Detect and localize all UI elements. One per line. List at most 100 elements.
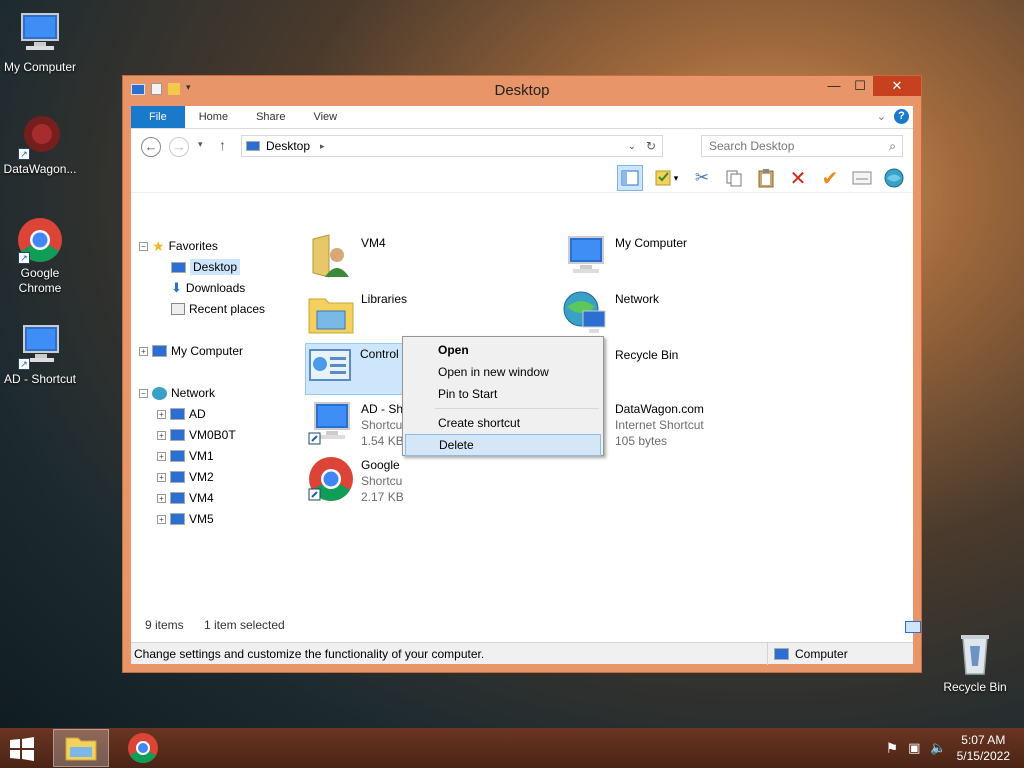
expand-icon[interactable]: +: [157, 409, 166, 419]
list-item-network[interactable]: Network: [561, 289, 811, 341]
rename-check-icon[interactable]: ✔: [817, 165, 843, 191]
copy-icon[interactable]: [721, 165, 747, 191]
tree-label: VM1: [189, 449, 214, 463]
tree-network-vm0b0t[interactable]: + VM0B0T: [157, 426, 236, 444]
address-dropdown-icon[interactable]: ⌄: [628, 141, 636, 152]
forward-button[interactable]: →: [169, 137, 189, 157]
tree-network-vm4[interactable]: + VM4: [157, 489, 214, 507]
list-item-libraries[interactable]: Libraries: [307, 289, 557, 341]
properties-icon[interactable]: [849, 165, 875, 191]
menu-item-open[interactable]: Open: [405, 339, 601, 361]
tree-label: VM2: [189, 470, 214, 484]
tree-label: AD: [189, 407, 206, 421]
item-type: Internet Shortcut: [615, 418, 704, 432]
refresh-icon[interactable]: ↻: [646, 139, 656, 153]
tree-network[interactable]: − Network: [139, 384, 215, 402]
expand-icon[interactable]: +: [157, 493, 166, 503]
list-item-my-computer[interactable]: My Computer: [561, 233, 811, 285]
title-bar[interactable]: ▾ Desktop — ☐ ✕: [123, 76, 921, 104]
info-bar: Change settings and customize the functi…: [131, 642, 913, 665]
tree-network-vm1[interactable]: + VM1: [157, 447, 214, 465]
tree-label: Recent places: [189, 302, 266, 316]
computer-icon: [307, 399, 355, 447]
tree-label: Desktop: [190, 259, 241, 275]
tree-my-computer[interactable]: + My Computer: [139, 342, 243, 360]
ribbon-tabs: File Home Share View ⌄ ?: [131, 106, 913, 129]
expand-icon[interactable]: +: [139, 346, 148, 356]
chrome-icon: ↗: [16, 216, 64, 264]
collapse-icon[interactable]: −: [139, 241, 148, 251]
taskbar-file-explorer[interactable]: [53, 729, 109, 767]
status-line: 9 items 1 item selected: [131, 614, 921, 636]
tree-network-vm2[interactable]: + VM2: [157, 468, 214, 486]
maximize-button[interactable]: ☐: [847, 76, 873, 96]
tab-file[interactable]: File: [131, 106, 185, 128]
computer-icon: [170, 408, 185, 420]
network-status-icon[interactable]: ▣: [908, 740, 920, 756]
tree-favorites[interactable]: − ★ Favorites: [139, 237, 218, 255]
taskbar-chrome[interactable]: [115, 729, 171, 767]
up-arrow-icon[interactable]: ↑: [219, 137, 226, 153]
item-name: Libraries: [361, 292, 408, 306]
desktop-icon-my-computer[interactable]: My Computer: [0, 10, 80, 75]
expand-icon[interactable]: +: [157, 451, 166, 461]
tree-recent-places[interactable]: Recent places: [171, 300, 265, 318]
close-button[interactable]: ✕: [873, 76, 921, 96]
search-input[interactable]: Search Desktop ⌕: [701, 135, 903, 157]
preview-pane-button[interactable]: [617, 165, 643, 191]
tree-network-ad[interactable]: + AD: [157, 405, 206, 423]
globe-icon[interactable]: [881, 165, 907, 191]
desktop-icon-recycle-bin[interactable]: Recycle Bin: [935, 630, 1015, 695]
item-type: Shortcu: [361, 418, 403, 432]
cut-icon[interactable]: ✂: [689, 165, 715, 191]
address-row: ← → ▾ ↑ Desktop ▸ ⌄ ↻ Search Desktop ⌕: [131, 129, 913, 163]
clock[interactable]: 5:07 AM 5/15/2022: [957, 732, 1010, 764]
computer-icon: [170, 492, 185, 504]
selection-count: 1 item selected: [204, 618, 285, 632]
menu-item-create-shortcut[interactable]: Create shortcut: [405, 412, 601, 434]
tree-downloads[interactable]: ⬇ Downloads: [171, 279, 245, 297]
tab-home[interactable]: Home: [185, 106, 242, 128]
delete-icon[interactable]: ✕: [785, 165, 811, 191]
desktop-icon-ad-shortcut[interactable]: ↗ AD - Shortcut: [0, 322, 80, 387]
desktop-icon-google-chrome[interactable]: ↗ Google Chrome: [0, 216, 80, 296]
help-icon[interactable]: ?: [894, 109, 909, 124]
search-placeholder: Search Desktop: [709, 139, 795, 153]
back-button[interactable]: ←: [141, 137, 161, 157]
menu-item-delete[interactable]: Delete: [405, 434, 601, 456]
expand-icon[interactable]: +: [157, 430, 166, 440]
menu-item-pin-to-start[interactable]: Pin to Start: [405, 383, 601, 405]
minimize-button[interactable]: —: [821, 76, 847, 96]
tree-label: VM4: [189, 491, 214, 505]
breadcrumb-arrow-icon[interactable]: ▸: [320, 141, 325, 152]
start-button[interactable]: [8, 736, 38, 762]
computer-icon: [170, 513, 185, 525]
menu-item-open-new-window[interactable]: Open in new window: [405, 361, 601, 383]
volume-icon[interactable]: 🔈: [930, 740, 946, 756]
item-count: 9 items: [145, 618, 184, 632]
address-bar[interactable]: Desktop ▸ ⌄ ↻: [241, 135, 663, 157]
flag-icon[interactable]: ⚑: [886, 740, 899, 757]
expand-ribbon-icon[interactable]: ⌄: [877, 110, 886, 123]
large-icons-view-icon[interactable]: [905, 621, 921, 633]
desktop-icon: [246, 141, 260, 151]
desktop-icon-datawagon[interactable]: ↗ DataWagon...: [0, 112, 80, 177]
recent-locations-icon[interactable]: ▾: [198, 139, 203, 150]
tree-label: VM0B0T: [189, 428, 236, 442]
tab-share[interactable]: Share: [242, 106, 299, 128]
network-icon: [152, 386, 167, 400]
network-icon: [561, 289, 609, 337]
list-item-google-chrome[interactable]: Google Shortcu 2.17 KB: [307, 455, 557, 507]
select-icon[interactable]: ▾: [649, 165, 683, 191]
tree-network-vm5[interactable]: + VM5: [157, 510, 214, 528]
file-explorer-icon: [65, 737, 97, 761]
expand-icon[interactable]: +: [157, 514, 166, 524]
list-item-vm4[interactable]: VM4: [307, 233, 557, 285]
paste-icon[interactable]: [753, 165, 779, 191]
collapse-icon[interactable]: −: [139, 388, 148, 398]
tab-view[interactable]: View: [299, 106, 351, 128]
tree-desktop[interactable]: Desktop: [171, 258, 241, 276]
star-icon: ★: [152, 237, 165, 254]
expand-icon[interactable]: +: [157, 472, 166, 482]
info-text: Change settings and customize the functi…: [134, 647, 485, 661]
